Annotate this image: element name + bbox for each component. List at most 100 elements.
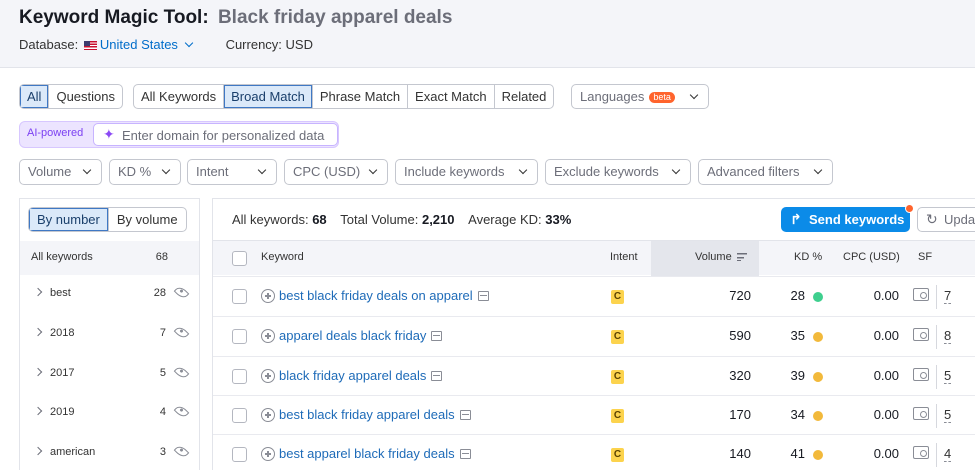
serp-preview-icon[interactable] (477, 291, 489, 301)
advanced-filters[interactable]: Advanced filters (698, 159, 833, 185)
eye-icon[interactable] (173, 403, 190, 420)
keyword-link[interactable]: best black friday deals on apparel (279, 288, 489, 303)
send-keywords-button[interactable]: ↱ Send keywords (781, 204, 914, 232)
serp-preview-icon[interactable] (459, 449, 471, 459)
chevron-right-icon[interactable] (33, 367, 43, 377)
add-to-list-icon[interactable] (261, 447, 275, 461)
row-checkbox[interactable] (232, 329, 247, 344)
include-keywords-filter[interactable]: Include keywords (395, 159, 538, 185)
table-row: best black friday apparel deals C 170 34… (213, 395, 975, 435)
tab-phrase-match[interactable]: Phrase Match (313, 85, 409, 108)
eye-icon[interactable] (173, 284, 190, 301)
intent-column-header[interactable]: Intent (610, 251, 638, 263)
add-to-list-icon[interactable] (261, 329, 275, 343)
keyword-link[interactable]: black friday apparel deals (279, 368, 443, 383)
chevron-down-icon (82, 165, 92, 175)
serp-features-icon[interactable] (913, 446, 929, 459)
serp-features-icon[interactable] (913, 407, 929, 420)
sf-count[interactable]: 8 (944, 328, 952, 344)
by-number-button[interactable]: By number (29, 208, 109, 231)
tab-broad-match[interactable]: Broad Match (224, 85, 313, 108)
chevron-right-icon[interactable] (33, 446, 43, 456)
kd-value: 28 (790, 288, 805, 303)
serp-preview-icon[interactable] (431, 331, 443, 341)
tab-related[interactable]: Related (495, 85, 554, 108)
page-title: Keyword Magic Tool: Black friday apparel… (19, 7, 452, 29)
sf-count[interactable]: 4 (944, 446, 952, 462)
group-label: 2018 (50, 327, 75, 339)
row-checkbox[interactable] (232, 408, 247, 423)
update-button[interactable]: ↻ Update (917, 207, 975, 232)
eye-icon[interactable] (173, 364, 190, 381)
chevron-right-icon[interactable] (33, 287, 43, 297)
database-selector[interactable]: United States (82, 37, 196, 52)
sf-count[interactable]: 7 (944, 288, 952, 304)
divider (936, 365, 937, 389)
volume-column-header[interactable]: Volume (695, 251, 747, 263)
serp-features-icon[interactable] (913, 368, 929, 381)
keyword-link[interactable]: best apparel black friday deals (279, 446, 471, 461)
group-label: american (50, 446, 96, 458)
cpc-filter-label: CPC (USD) (293, 164, 361, 179)
keyword-link[interactable]: apparel deals black friday (279, 328, 443, 343)
tab-all-keywords[interactable]: All Keywords (134, 85, 225, 108)
exclude-keywords-filter[interactable]: Exclude keywords (545, 159, 691, 185)
tab-questions[interactable]: Questions (49, 85, 122, 108)
sf-count[interactable]: 5 (944, 368, 952, 384)
serp-preview-icon[interactable] (459, 410, 471, 420)
group-item[interactable]: 2018 7 (20, 315, 199, 355)
domain-input[interactable]: ✦ Enter domain for personalized data (93, 123, 338, 146)
beta-badge: beta (649, 92, 675, 103)
intent-filter[interactable]: Intent (187, 159, 277, 185)
serp-features-icon[interactable] (913, 288, 929, 301)
volume-value: 590 (729, 328, 751, 343)
cpc-column-header[interactable]: CPC (USD) (843, 251, 900, 263)
group-item[interactable]: 2017 5 (20, 355, 199, 395)
sf-column-header[interactable]: SF (918, 251, 932, 263)
by-volume-button[interactable]: By volume (109, 208, 186, 231)
chevron-right-icon[interactable] (33, 406, 43, 416)
kd-indicator-dot (813, 411, 823, 421)
all-keywords-group[interactable]: All keywords 68 (20, 241, 199, 275)
group-count: 7 (159, 327, 166, 339)
chevron-down-icon (813, 165, 823, 175)
group-item[interactable]: american 3 (20, 434, 199, 470)
volume-filter[interactable]: Volume (19, 159, 102, 185)
keyword-text: best apparel black friday deals (279, 446, 455, 461)
add-to-list-icon[interactable] (261, 408, 275, 422)
add-to-list-icon[interactable] (261, 289, 275, 303)
cpc-value: 0.00 (873, 446, 899, 461)
volume-filter-label: Volume (28, 164, 72, 179)
volume-value: 140 (729, 446, 751, 461)
tab-all[interactable]: All (20, 85, 50, 108)
keyword-link[interactable]: best black friday apparel deals (279, 407, 471, 422)
add-to-list-icon[interactable] (261, 369, 275, 383)
total-volume-label: Total Volume: (340, 212, 419, 227)
eye-icon[interactable] (173, 443, 190, 460)
kd-filter-label: KD % (118, 164, 152, 179)
kd-filter[interactable]: KD % (109, 159, 181, 185)
row-checkbox[interactable] (232, 447, 247, 462)
eye-icon[interactable] (173, 324, 190, 341)
keyword-column-header[interactable]: Keyword (261, 251, 304, 263)
row-checkbox[interactable] (232, 369, 247, 384)
all-keywords-label: All keywords (31, 251, 93, 263)
cpc-filter[interactable]: CPC (USD) (284, 159, 388, 185)
select-all-checkbox[interactable] (232, 251, 247, 266)
tab-exact-match[interactable]: Exact Match (408, 85, 495, 108)
table-row: apparel deals black friday C 590 35 0.00… (213, 316, 975, 356)
kd-column-header[interactable]: KD % (794, 251, 822, 263)
row-checkbox[interactable] (232, 289, 247, 304)
languages-dropdown[interactable]: Languages beta (571, 84, 709, 109)
currency-label: Currency: USD (225, 37, 313, 52)
serp-features-icon[interactable] (913, 328, 929, 341)
serp-preview-icon[interactable] (431, 371, 443, 381)
group-item[interactable]: 2019 4 (20, 394, 199, 434)
chevron-down-icon (689, 90, 699, 100)
chevron-down-icon (257, 165, 267, 175)
sf-count[interactable]: 5 (944, 407, 952, 423)
kd-value: 34 (790, 407, 805, 422)
refresh-icon: ↻ (926, 211, 938, 227)
chevron-right-icon[interactable] (33, 327, 43, 337)
group-item[interactable]: best 28 (20, 275, 199, 315)
